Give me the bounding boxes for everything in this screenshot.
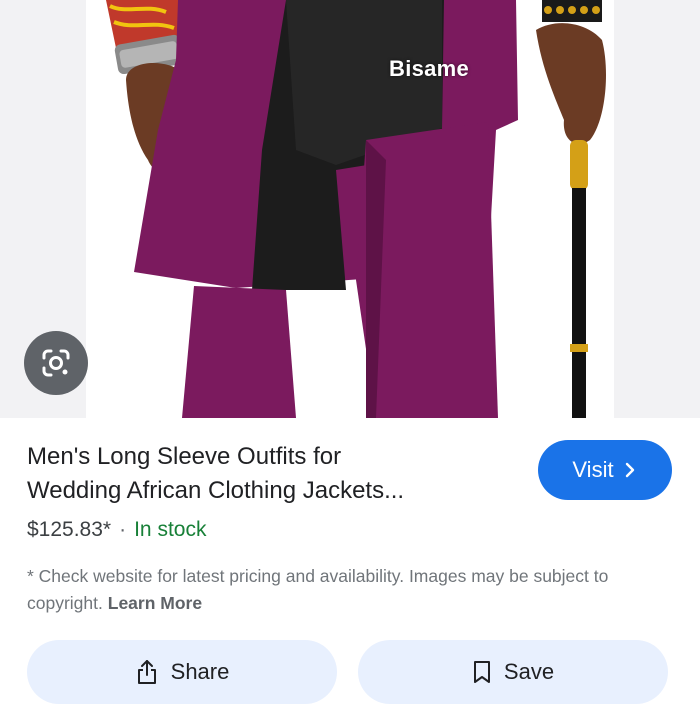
product-title-line2: Wedding African Clothing Jackets... [27, 477, 405, 504]
product-info-card: Men's Long Sleeve Outfits for Wedding Af… [0, 418, 700, 704]
product-title[interactable]: Men's Long Sleeve Outfits for Wedding Af… [27, 440, 507, 508]
price: $125.83* [27, 518, 112, 541]
visit-label: Visit [572, 457, 614, 482]
bookmark-icon [473, 661, 490, 683]
share-label: Share [170, 659, 230, 684]
product-title-line1: Men's Long Sleeve Outfits for [27, 443, 342, 470]
watermark-text: Bisame [389, 56, 470, 81]
save-label: Save [503, 659, 555, 684]
learn-more-link[interactable]: Learn More [108, 593, 202, 613]
share-button[interactable]: Share [27, 640, 337, 704]
share-icon [137, 660, 156, 684]
separator-dot: · [119, 518, 127, 541]
chevron-right-icon [625, 462, 634, 478]
outfit-illustration [106, 0, 606, 418]
stock-status: In stock [134, 518, 207, 541]
visit-button[interactable]: Visit [538, 440, 672, 500]
product-image-area[interactable]: Bisame [0, 0, 700, 418]
product-photo[interactable]: Bisame [86, 0, 614, 418]
price-row: $125.83* · In stock [27, 518, 206, 542]
google-lens-button[interactable] [24, 331, 88, 395]
google-lens-icon [42, 349, 70, 377]
save-button[interactable]: Save [358, 640, 668, 704]
disclaimer: * Check website for latest pricing and a… [27, 563, 647, 617]
